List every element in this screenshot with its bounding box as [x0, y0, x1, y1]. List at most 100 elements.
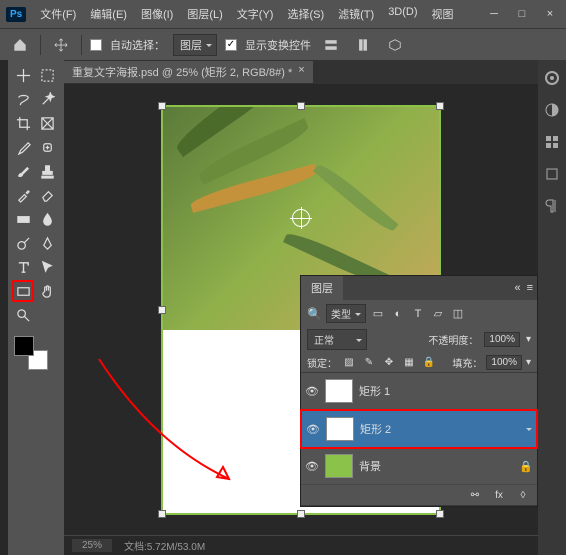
layer-mask-icon[interactable]: ◊: [515, 487, 531, 503]
layer-thumbnail[interactable]: [325, 379, 353, 403]
transform-handle[interactable]: [436, 102, 444, 110]
filter-pixel-icon[interactable]: ▭: [370, 306, 386, 322]
layer-name[interactable]: 矩形 1: [359, 383, 390, 399]
stamp-tool[interactable]: [36, 160, 58, 182]
move-tool-icon[interactable]: [49, 33, 73, 57]
eraser-tool[interactable]: [36, 184, 58, 206]
libraries-panel-icon[interactable]: [542, 164, 562, 184]
layer-row[interactable]: 👁 背景 🔒: [301, 448, 537, 485]
layer-row[interactable]: 👁 矩形 2: [301, 410, 537, 448]
menu-edit[interactable]: 编辑(E): [84, 3, 133, 25]
lock-pixels-icon[interactable]: ✎: [361, 354, 377, 370]
foreground-color[interactable]: [14, 336, 34, 356]
filter-type-icon[interactable]: T: [410, 306, 426, 322]
layers-tab[interactable]: 图层: [301, 276, 343, 300]
crop-tool[interactable]: [12, 112, 34, 134]
visibility-icon[interactable]: 👁: [305, 385, 319, 398]
visibility-icon[interactable]: 👁: [306, 423, 320, 436]
menu-layer[interactable]: 图层(L): [181, 3, 228, 25]
layer-name[interactable]: 背景: [359, 458, 381, 474]
history-brush-tool[interactable]: [12, 184, 34, 206]
transform-handle[interactable]: [158, 510, 166, 518]
lock-all-icon[interactable]: 🔒: [421, 354, 437, 370]
color-panel-icon[interactable]: [542, 68, 562, 88]
wand-tool[interactable]: [36, 88, 58, 110]
fill-value[interactable]: 100%: [486, 355, 522, 370]
filter-smart-icon[interactable]: ◫: [450, 306, 466, 322]
lock-transparent-icon[interactable]: ▨: [341, 354, 357, 370]
transform-controls-checkbox[interactable]: [225, 39, 237, 51]
blur-tool[interactable]: [36, 208, 58, 230]
dodge-tool[interactable]: [12, 232, 34, 254]
swatches-panel-icon[interactable]: [542, 132, 562, 152]
filter-adjust-icon[interactable]: ◐: [390, 306, 406, 322]
rectangle-tool[interactable]: [12, 280, 34, 302]
layer-thumbnail[interactable]: [325, 454, 353, 478]
menu-image[interactable]: 图像(I): [135, 3, 179, 25]
frame-tool[interactable]: [36, 112, 58, 134]
document-tab[interactable]: 重复文字海报.psd @ 25% (矩形 2, RGB/8#) * ×: [64, 61, 313, 83]
layer-name[interactable]: 矩形 2: [360, 421, 391, 437]
collapse-panel-icon[interactable]: «: [514, 282, 520, 294]
auto-select-checkbox[interactable]: [90, 39, 102, 51]
hand-tool[interactable]: [36, 280, 58, 302]
paragraph-panel-icon[interactable]: [542, 196, 562, 216]
transform-controls-label: 显示变换控件: [245, 37, 311, 53]
close-tab-icon[interactable]: ×: [298, 64, 304, 80]
layer-fx-icon[interactable]: fx: [491, 487, 507, 503]
maximize-button[interactable]: □: [512, 8, 532, 20]
lock-artboard-icon[interactable]: ▦: [401, 354, 417, 370]
path-select-tool[interactable]: [36, 256, 58, 278]
menu-file[interactable]: 文件(F): [34, 3, 82, 25]
layer-row[interactable]: 👁 矩形 1: [301, 373, 537, 410]
minimize-button[interactable]: ─: [484, 8, 504, 20]
menu-select[interactable]: 选择(S): [281, 3, 330, 25]
auto-select-target[interactable]: 图层: [173, 34, 217, 56]
color-swatches[interactable]: [14, 336, 48, 370]
blend-row: 正常 不透明度： 100% ▾: [301, 327, 537, 352]
link-layers-icon[interactable]: ⚯: [467, 487, 483, 503]
zoom-level[interactable]: 25%: [72, 539, 112, 552]
lock-position-icon[interactable]: ✥: [381, 354, 397, 370]
transform-handle[interactable]: [158, 102, 166, 110]
marquee-tool[interactable]: [36, 64, 58, 86]
transform-handle[interactable]: [297, 102, 305, 110]
brush-tool[interactable]: [12, 160, 34, 182]
align-icon-2[interactable]: [351, 33, 375, 57]
menu-view[interactable]: 视图: [426, 3, 460, 25]
gradient-tool[interactable]: [12, 208, 34, 230]
panel-header: 图层 « ≡: [301, 276, 537, 300]
transform-handle[interactable]: [436, 510, 444, 518]
visibility-icon[interactable]: 👁: [305, 460, 319, 473]
panel-menu-icon[interactable]: ≡: [527, 282, 533, 294]
search-icon[interactable]: 🔍: [307, 307, 322, 321]
type-tool[interactable]: [12, 256, 34, 278]
layers-footer: ⚯ fx ◊: [301, 485, 537, 506]
menu-filter[interactable]: 滤镜(T): [332, 3, 380, 25]
adjustments-panel-icon[interactable]: [542, 100, 562, 120]
zoom-tool[interactable]: [12, 304, 34, 326]
filter-shape-icon[interactable]: ▱: [430, 306, 446, 322]
move-tool[interactable]: [12, 64, 34, 86]
opacity-dropdown-icon[interactable]: ▾: [526, 334, 531, 345]
opacity-value[interactable]: 100%: [484, 332, 520, 347]
healing-tool[interactable]: [36, 136, 58, 158]
filter-type-select[interactable]: 类型: [326, 304, 366, 323]
menu-type[interactable]: 文字(Y): [231, 3, 280, 25]
pen-tool[interactable]: [36, 232, 58, 254]
lasso-tool[interactable]: [12, 88, 34, 110]
layer-thumbnail[interactable]: [326, 417, 354, 441]
transform-pivot-icon[interactable]: [292, 209, 310, 227]
menu-3d[interactable]: 3D(D): [382, 3, 423, 25]
align-icon[interactable]: [319, 33, 343, 57]
threed-mode-icon[interactable]: [383, 33, 407, 57]
app-logo: Ps: [6, 7, 26, 22]
blend-mode-select[interactable]: 正常: [307, 329, 367, 350]
status-bar: 25% 文档:5.72M/53.0M: [64, 535, 538, 555]
transform-handle[interactable]: [158, 306, 166, 314]
transform-handle[interactable]: [297, 510, 305, 518]
home-icon[interactable]: [8, 33, 32, 57]
eyedropper-tool[interactable]: [12, 136, 34, 158]
close-button[interactable]: ×: [540, 8, 560, 20]
fill-dropdown-icon[interactable]: ▾: [526, 357, 531, 368]
